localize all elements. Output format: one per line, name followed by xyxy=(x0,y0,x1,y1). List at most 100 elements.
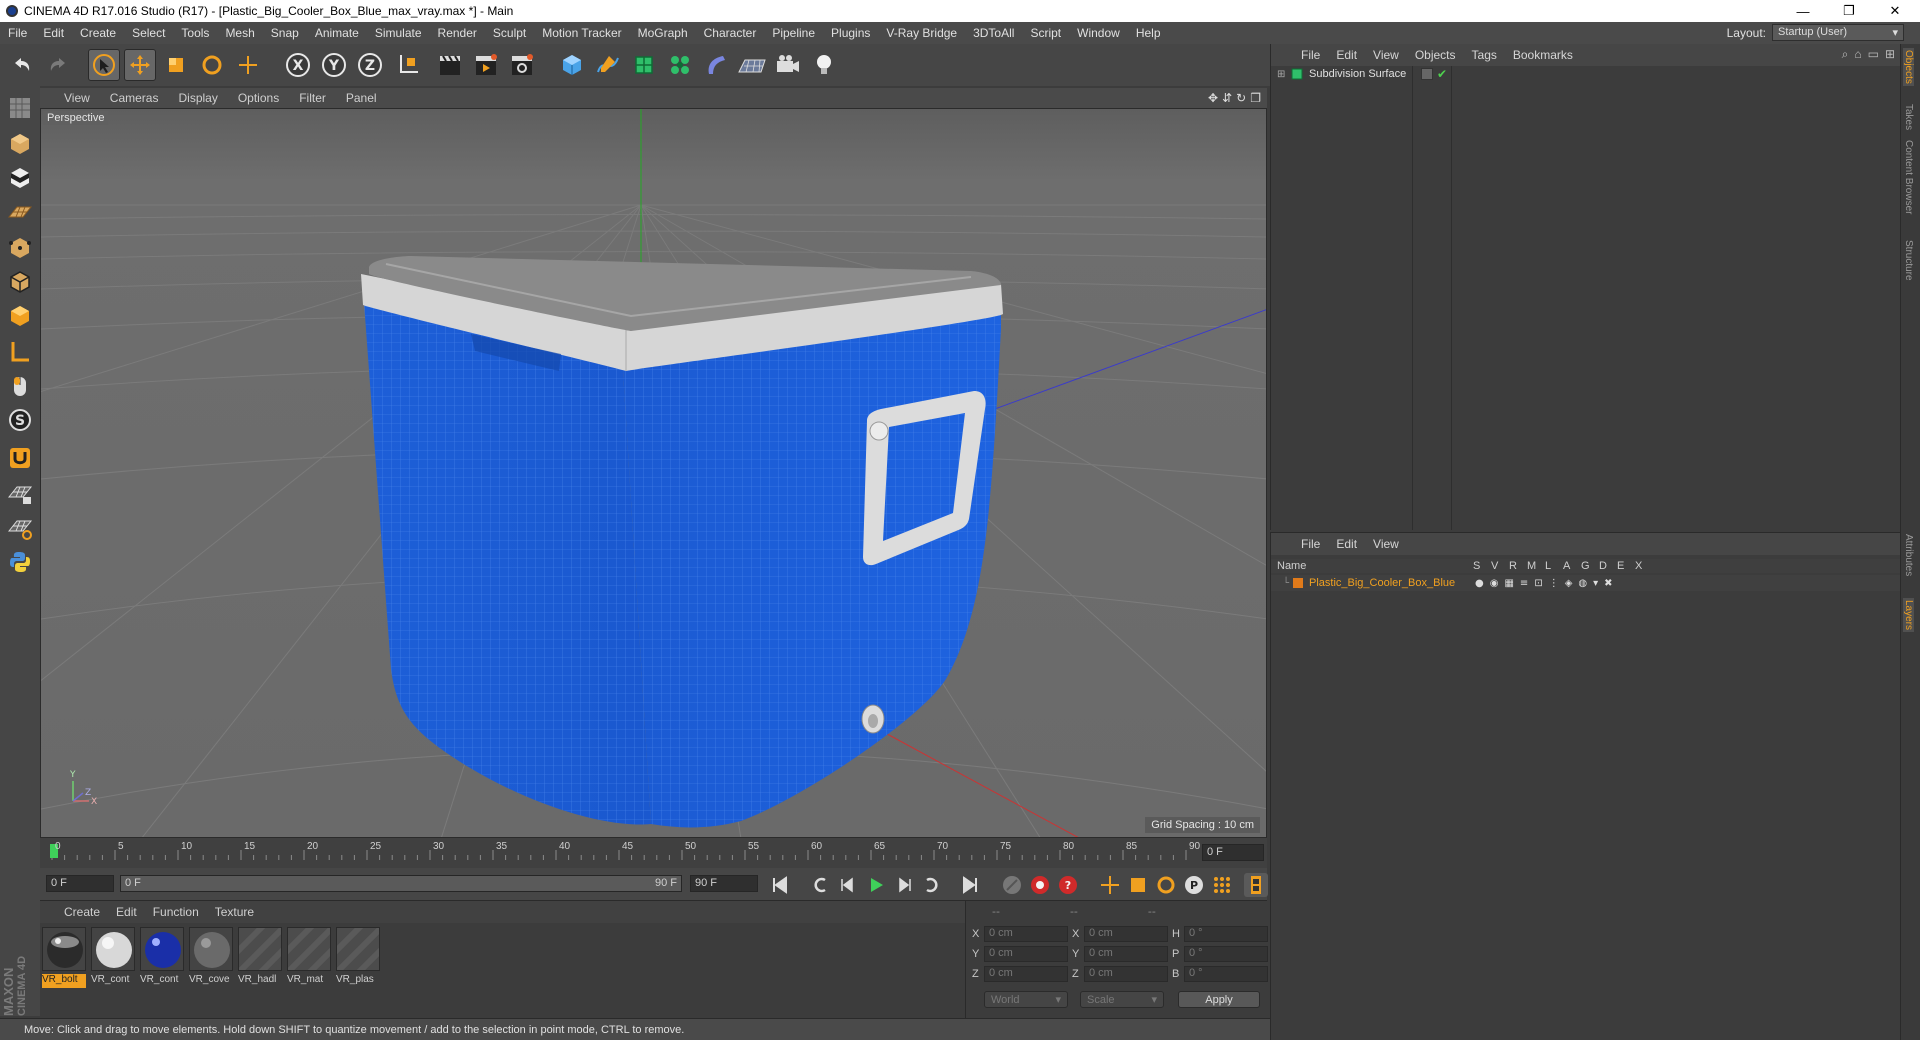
column-locked[interactable]: L xyxy=(1545,560,1563,572)
menu-animate[interactable]: Animate xyxy=(307,26,367,40)
menu-vray-bridge[interactable]: V-Ray Bridge xyxy=(878,26,965,40)
subdivision-surface-button[interactable] xyxy=(628,49,660,81)
viewport-maximize-icon[interactable]: ❐ xyxy=(1250,91,1261,105)
column-name[interactable]: Name xyxy=(1277,560,1473,572)
column-manager[interactable]: M xyxy=(1527,560,1545,572)
menu-window[interactable]: Window xyxy=(1069,26,1128,40)
material-swatch[interactable]: VR_cont xyxy=(91,927,136,985)
light-object-button[interactable] xyxy=(808,49,840,81)
move-tool[interactable] xyxy=(124,49,156,81)
deformer-icon[interactable]: ◍ xyxy=(1578,578,1587,589)
viewport-menu-view[interactable]: View xyxy=(54,91,100,105)
viewport-menu-panel[interactable]: Panel xyxy=(336,91,387,105)
size-z-field[interactable]: 0 cm xyxy=(1084,966,1168,982)
tab-layers[interactable]: Layers xyxy=(1903,598,1914,633)
column-generators[interactable]: G xyxy=(1581,560,1599,572)
layout-dropdown[interactable]: Startup (User) ▾ xyxy=(1772,24,1904,41)
redo-button[interactable] xyxy=(42,49,74,81)
spline-pen-button[interactable] xyxy=(592,49,624,81)
snap-button[interactable] xyxy=(4,442,36,474)
layers-menu-view[interactable]: View xyxy=(1365,537,1407,551)
menu-create[interactable]: Create xyxy=(72,26,124,40)
undo-button[interactable] xyxy=(6,49,38,81)
edit-render-settings-button[interactable] xyxy=(506,49,538,81)
polygons-mode-button[interactable] xyxy=(4,300,36,332)
menu-script[interactable]: Script xyxy=(1022,26,1069,40)
menu-render[interactable]: Render xyxy=(430,26,485,40)
viewport-dolly-icon[interactable]: ⇵ xyxy=(1222,91,1232,105)
play-forward-button[interactable] xyxy=(864,873,888,897)
column-view[interactable]: V xyxy=(1491,560,1509,572)
workplane-mode-button[interactable] xyxy=(4,196,36,228)
tab-structure[interactable]: Structure xyxy=(1903,240,1914,281)
menu-pipeline[interactable]: Pipeline xyxy=(764,26,823,40)
maximize-button[interactable]: ❐ xyxy=(1826,0,1872,22)
expression-icon[interactable]: ▾ xyxy=(1593,578,1598,589)
cube-object-button[interactable] xyxy=(556,49,588,81)
objects-menu-objects[interactable]: Objects xyxy=(1407,48,1464,62)
column-xref[interactable]: X xyxy=(1635,560,1653,572)
material-menu-create[interactable]: Create xyxy=(56,905,108,919)
lock-x-axis-button[interactable]: X xyxy=(282,49,314,81)
viewport-menu-options[interactable]: Options xyxy=(228,91,289,105)
material-swatch[interactable]: VR_cove xyxy=(189,927,234,985)
size-x-field[interactable]: 0 cm xyxy=(1084,926,1168,942)
menu-mograph[interactable]: MoGraph xyxy=(630,26,696,40)
objects-menu-view[interactable]: View xyxy=(1365,48,1407,62)
material-menu-function[interactable]: Function xyxy=(145,905,207,919)
tab-takes[interactable]: Takes xyxy=(1903,104,1914,130)
lock-z-axis-button[interactable]: Z xyxy=(354,49,386,81)
menu-help[interactable]: Help xyxy=(1128,26,1169,40)
viewport-rotate-icon[interactable]: ↻ xyxy=(1236,91,1246,105)
coordinate-system-button[interactable] xyxy=(392,49,424,81)
menu-sculpt[interactable]: Sculpt xyxy=(485,26,534,40)
column-expressions[interactable]: E xyxy=(1617,560,1635,572)
minimize-button[interactable]: — xyxy=(1780,0,1826,22)
next-frame-button[interactable] xyxy=(892,873,916,897)
menu-3dtoall[interactable]: 3DToAll xyxy=(965,26,1022,40)
points-mode-button[interactable] xyxy=(4,232,36,264)
camera-object-button[interactable] xyxy=(772,49,804,81)
column-deformers[interactable]: D xyxy=(1599,560,1617,572)
record-active-objects-button[interactable] xyxy=(1028,873,1052,897)
texture-mode-button[interactable] xyxy=(4,162,36,194)
viewport-pan-icon[interactable]: ✥ xyxy=(1208,91,1218,105)
solo-dot-icon[interactable]: ● xyxy=(1475,578,1484,589)
menu-character[interactable]: Character xyxy=(696,26,765,40)
menu-mesh[interactable]: Mesh xyxy=(217,26,262,40)
material-swatch[interactable]: VR_hadl xyxy=(225,914,297,986)
go-to-end-button[interactable] xyxy=(958,873,982,897)
key-scale-button[interactable] xyxy=(1126,873,1150,897)
rotate-tool[interactable] xyxy=(196,49,228,81)
key-parameter-button[interactable]: P xyxy=(1182,873,1206,897)
coordinate-mode-dropdown[interactable]: World ▾ xyxy=(984,991,1068,1008)
scale-tool[interactable] xyxy=(160,49,192,81)
manager-list-icon[interactable]: ≡ xyxy=(1520,578,1528,589)
objects-menu-file[interactable]: File xyxy=(1293,48,1328,62)
solo-button[interactable]: S xyxy=(4,404,36,436)
timeline-ruler[interactable]: 0 5 10 15 20 25 30 35 40 45 50 55 60 65 70 75 80 85 90 0 F xyxy=(40,838,1267,868)
rotation-p-field[interactable]: 0 ° xyxy=(1184,946,1268,962)
timeline-window-button[interactable] xyxy=(1244,873,1268,897)
frame-range-slider[interactable]: 0 F 90 F xyxy=(120,875,682,892)
generator-icon[interactable]: ◈ xyxy=(1565,578,1573,589)
next-key-button[interactable] xyxy=(920,873,944,897)
go-to-start-button[interactable] xyxy=(768,873,792,897)
menu-snap[interactable]: Snap xyxy=(263,26,307,40)
animation-icon[interactable]: ⋮ xyxy=(1549,578,1559,589)
menu-motion-tracker[interactable]: Motion Tracker xyxy=(534,26,629,40)
layer-name[interactable]: Plastic_Big_Cooler_Box_Blue xyxy=(1309,577,1475,589)
floor-object-button[interactable] xyxy=(736,49,768,81)
menu-edit[interactable]: Edit xyxy=(35,26,72,40)
start-frame-field[interactable]: 0 F xyxy=(46,875,114,892)
edges-mode-button[interactable] xyxy=(4,266,36,298)
search-icon[interactable]: ⌕ xyxy=(1842,47,1849,62)
menu-plugins[interactable]: Plugins xyxy=(823,26,878,40)
material-swatch[interactable]: VR_mat xyxy=(274,914,346,986)
editor-visibility-icon[interactable] xyxy=(1421,68,1433,80)
objects-menu-edit[interactable]: Edit xyxy=(1328,48,1365,62)
previous-key-button[interactable] xyxy=(808,873,832,897)
perspective-viewport[interactable]: Y X Z Perspective Grid Spacing : 10 cm xyxy=(40,108,1267,838)
key-rotation-button[interactable] xyxy=(1154,873,1178,897)
viewport-menu-cameras[interactable]: Cameras xyxy=(100,91,169,105)
